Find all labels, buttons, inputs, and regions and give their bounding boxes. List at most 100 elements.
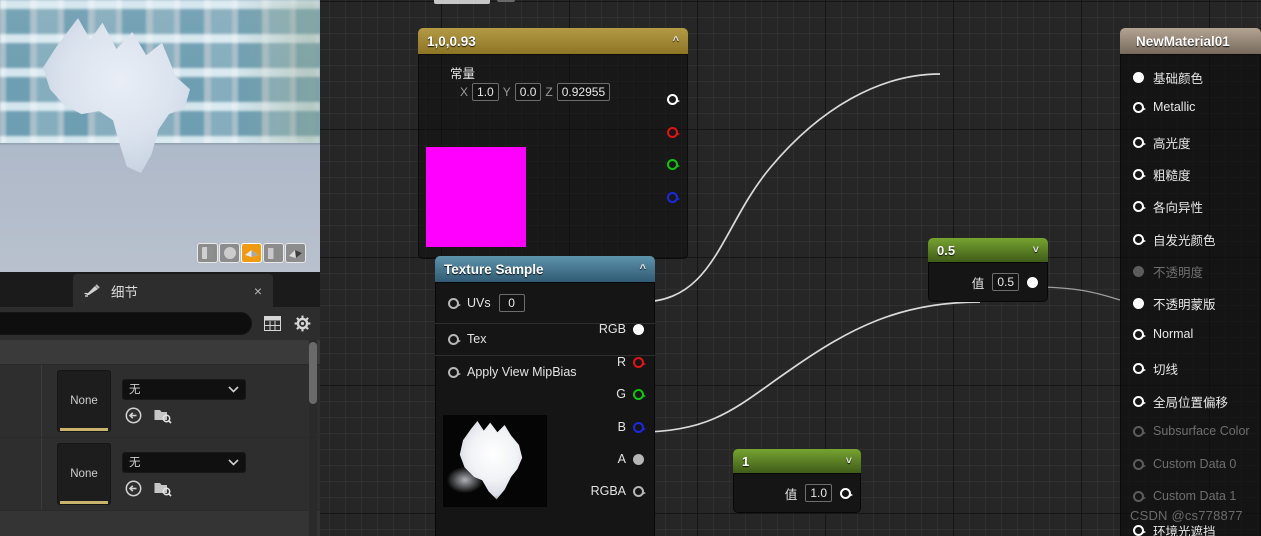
output-row-a[interactable]: A: [618, 452, 644, 466]
asset-thumbnail[interactable]: None: [57, 443, 111, 505]
property-row[interactable]: None 无: [0, 438, 320, 511]
input-pin-opacity-mask[interactable]: [1133, 298, 1144, 309]
asset-picker-combo[interactable]: 无: [122, 451, 246, 473]
input-pin-apply-view-mipbias[interactable]: [448, 366, 461, 378]
asset-action-buttons[interactable]: [122, 407, 246, 424]
details-scrollbar-thumb[interactable]: [309, 342, 317, 404]
property-row[interactable]: None 无: [0, 365, 320, 438]
node-scalar-parameter-half[interactable]: 0.5 ˅ 值 0.5: [928, 238, 1048, 302]
material-input-world-position-offset[interactable]: 全局位置偏移: [1133, 392, 1228, 411]
input-pin-uvs[interactable]: [448, 297, 461, 309]
table-view-icon[interactable]: [262, 314, 282, 334]
output-pin-g[interactable]: [633, 388, 646, 400]
node-constant3vector[interactable]: 1,0,0.93 ^ 常量 X 1.0 Y 0.0 Z 0.92955: [418, 28, 688, 259]
search-input[interactable]: [0, 312, 252, 335]
output-pin-value[interactable]: [840, 487, 853, 499]
color-swatch[interactable]: [426, 147, 526, 247]
asset-picker-combo[interactable]: 无: [122, 378, 246, 400]
preview-shape-plane-button[interactable]: [241, 243, 262, 263]
output-row-r[interactable]: R: [617, 355, 646, 369]
node-header[interactable]: 1,0,0.93 ^: [418, 28, 688, 54]
output-pin-value[interactable]: [1027, 276, 1038, 288]
input-label-apply-view-mipbias: Apply View MipBias: [467, 365, 577, 379]
material-input-anisotropy[interactable]: 各向异性: [1133, 197, 1203, 216]
material-input-emissive-color[interactable]: 自发光颜色: [1133, 230, 1216, 249]
material-input-base-color[interactable]: 基础颜色: [1133, 68, 1203, 87]
chevron-down-icon[interactable]: ˅: [1033, 244, 1039, 256]
preview-background-foliage: [236, 0, 320, 146]
material-input-specular[interactable]: 高光度: [1133, 133, 1191, 152]
preview-shape-custom-button[interactable]: [285, 243, 306, 263]
chevron-down-icon[interactable]: ⌄: [435, 531, 655, 536]
output-pin-b[interactable]: [667, 192, 680, 203]
settings-gear-icon[interactable]: [292, 314, 312, 334]
asset-action-buttons[interactable]: [122, 480, 246, 497]
preview-shape-sphere-button[interactable]: [219, 243, 240, 263]
chevron-down-icon[interactable]: ˅: [846, 455, 852, 467]
input-row-tex[interactable]: Tex: [448, 332, 486, 346]
node-texture-sample[interactable]: Texture Sample ^ UVs 0 Tex Apply View Mi…: [435, 256, 655, 536]
axis-value-y[interactable]: 0.0: [514, 83, 542, 101]
output-pin-rgba[interactable]: [633, 485, 646, 497]
output-row-rgba[interactable]: RGBA: [591, 484, 646, 498]
material-preview-viewport[interactable]: [0, 0, 320, 272]
material-input-normal[interactable]: Normal: [1133, 327, 1193, 341]
input-pin-emissive-color[interactable]: [1133, 234, 1146, 245]
texture-thumbnail[interactable]: [443, 415, 547, 507]
axis-value-z[interactable]: 0.92955: [556, 83, 611, 101]
input-pin-roughness[interactable]: [1133, 169, 1146, 180]
output-pin-rgb[interactable]: [633, 323, 644, 335]
output-pin-rgb[interactable]: [667, 94, 680, 105]
node-header[interactable]: 1 ˅: [733, 449, 861, 473]
output-pin-g[interactable]: [667, 159, 680, 170]
preview-shape-toolbar[interactable]: [197, 243, 306, 263]
input-pin-specular[interactable]: [1133, 137, 1146, 148]
node-scalar-parameter-one[interactable]: 1 ˅ 值 1.0: [733, 449, 861, 513]
input-pin-metallic[interactable]: [1133, 101, 1146, 113]
input-pin-normal[interactable]: [1133, 328, 1146, 340]
sphere-icon: [223, 247, 236, 259]
material-input-metallic[interactable]: Metallic: [1133, 100, 1195, 114]
details-tab-label: 细节: [111, 284, 138, 300]
browse-asset-icon[interactable]: [154, 480, 172, 497]
chevron-up-icon[interactable]: ^: [673, 35, 679, 47]
input-row-mipbias[interactable]: Apply View MipBias: [448, 365, 577, 379]
material-input-tangent[interactable]: 切线: [1133, 359, 1178, 378]
input-pin-tangent[interactable]: [1133, 363, 1146, 374]
output-pin-r[interactable]: [633, 356, 646, 368]
output-pin-r[interactable]: [667, 127, 680, 138]
output-pin-a[interactable]: [633, 453, 644, 465]
output-row-rgb[interactable]: RGB: [599, 322, 644, 336]
chevron-up-icon[interactable]: ^: [640, 263, 646, 275]
axis-label-z: Z: [545, 85, 553, 99]
revert-arrow-icon[interactable]: [125, 480, 142, 497]
close-icon[interactable]: ×: [254, 284, 262, 298]
input-pin-tex[interactable]: [448, 333, 461, 345]
input-pin-world-position-offset[interactable]: [1133, 396, 1146, 407]
output-row-b[interactable]: B: [618, 420, 646, 434]
material-input-roughness[interactable]: 粗糙度: [1133, 165, 1191, 184]
input-value-uvs[interactable]: 0: [498, 294, 525, 312]
output-row-g[interactable]: G: [616, 387, 646, 401]
axis-value-x[interactable]: 1.0: [472, 83, 499, 101]
details-property-list[interactable]: None 无 None 无: [0, 340, 320, 536]
input-pin-base-color[interactable]: [1133, 72, 1144, 83]
browse-asset-icon[interactable]: [154, 407, 172, 424]
value-field[interactable]: 1.0: [805, 484, 832, 502]
output-pin-b[interactable]: [633, 421, 646, 433]
preview-shape-cylinder-button[interactable]: [197, 243, 218, 263]
input-pin-ambient-occlusion[interactable]: [1133, 525, 1146, 536]
material-input-opacity-mask[interactable]: 不透明蒙版: [1133, 294, 1216, 313]
asset-thumbnail[interactable]: None: [57, 370, 111, 432]
input-pin-anisotropy[interactable]: [1133, 201, 1146, 212]
input-row-uvs[interactable]: UVs 0: [448, 294, 525, 312]
tab-details[interactable]: 细节 ×: [73, 274, 273, 307]
node-material-output[interactable]: NewMaterial01 基础颜色 Metallic 高光度 粗糙度 各向异性…: [1120, 28, 1261, 536]
node-header[interactable]: Texture Sample ^: [435, 256, 655, 282]
value-field[interactable]: 0.5: [992, 273, 1019, 291]
node-header[interactable]: 0.5 ˅: [928, 238, 1048, 262]
revert-arrow-icon[interactable]: [125, 407, 142, 424]
node-header[interactable]: NewMaterial01: [1120, 28, 1261, 54]
material-input-ambient-occlusion[interactable]: 环境光遮挡: [1133, 521, 1216, 536]
preview-shape-cube-button[interactable]: [263, 243, 284, 263]
